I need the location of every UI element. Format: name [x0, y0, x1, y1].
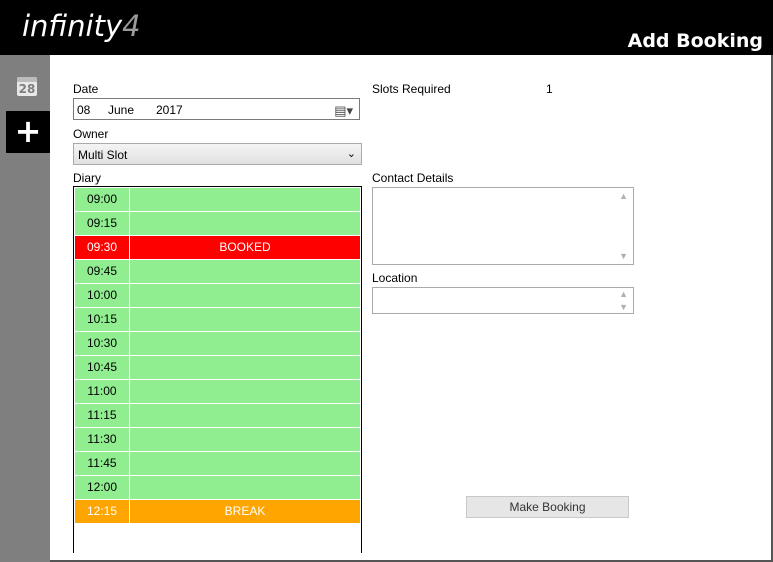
app-header: infinity4 Add Booking: [0, 0, 773, 55]
slot-status: [130, 260, 360, 283]
diary-slot[interactable]: 11:15: [75, 404, 360, 427]
slot-status: [130, 212, 360, 235]
chevron-down-icon: ⌄: [346, 148, 356, 160]
slot-status: [130, 284, 360, 307]
diary-grid: 09:00 09:15 09:30 BOOKED 09:45 10:00 10:1…: [73, 186, 362, 553]
diary-slot[interactable]: 09:45: [75, 260, 360, 283]
sidebar: 28 +: [0, 55, 50, 562]
slot-time: 10:00: [75, 284, 129, 307]
date-month[interactable]: June: [108, 103, 134, 117]
slot-status: [130, 332, 360, 355]
diary-label: Diary: [73, 171, 102, 185]
date-day[interactable]: 08: [77, 103, 90, 117]
slot-status: [130, 452, 360, 475]
diary-slot[interactable]: 09:00: [75, 188, 360, 211]
contact-details-label: Contact Details: [372, 171, 454, 185]
owner-select[interactable]: Multi Slot ⌄: [73, 143, 362, 165]
diary-slot-break[interactable]: 12:15 BREAK: [75, 500, 360, 523]
scroll-down-icon[interactable]: ▼: [619, 251, 628, 261]
diary-slot[interactable]: 10:30: [75, 332, 360, 355]
slot-status: BREAK: [130, 500, 360, 523]
slot-time: 10:30: [75, 332, 129, 355]
calendar-icon: 28: [17, 77, 37, 96]
slot-time: 09:45: [75, 260, 129, 283]
diary-slot[interactable]: 11:30: [75, 428, 360, 451]
diary-slot[interactable]: 12:00: [75, 476, 360, 499]
slot-time: 11:45: [75, 452, 129, 475]
slot-status: BOOKED: [130, 236, 360, 259]
calendar-dropdown-icon[interactable]: ▤▾: [334, 103, 353, 119]
diary-slot[interactable]: 10:45: [75, 356, 360, 379]
owner-select-value: Multi Slot: [78, 148, 128, 162]
slot-time: 10:45: [75, 356, 129, 379]
contact-details-textarea[interactable]: ▲ ▼: [372, 187, 634, 265]
make-booking-button[interactable]: Make Booking: [466, 496, 629, 518]
slot-status: [130, 356, 360, 379]
location-label: Location: [372, 271, 418, 285]
slots-required-value: 1: [546, 82, 553, 96]
add-booking-nav-button[interactable]: +: [6, 111, 50, 153]
logo-text: infinity: [22, 9, 123, 43]
diary-slot[interactable]: 09:15: [75, 212, 360, 235]
logo-number: 4: [122, 9, 141, 43]
app-logo: infinity4: [22, 9, 141, 43]
calendar-nav-button[interactable]: 28: [6, 71, 50, 111]
slot-status: [130, 428, 360, 451]
slot-status: [130, 188, 360, 211]
slot-time: 12:00: [75, 476, 129, 499]
slot-status: [130, 404, 360, 427]
slots-required-label: Slots Required: [372, 82, 451, 96]
slot-time: 11:30: [75, 428, 129, 451]
spin-up-icon[interactable]: ▲: [619, 289, 628, 299]
owner-label: Owner: [73, 127, 109, 141]
slot-status: [130, 308, 360, 331]
date-label: Date: [73, 82, 99, 96]
slot-status: [130, 476, 360, 499]
slot-time: 09:30: [75, 236, 129, 259]
slot-time: 11:00: [75, 380, 129, 403]
diary-slot-booked[interactable]: 09:30 BOOKED: [75, 236, 360, 259]
slot-time: 12:15: [75, 500, 129, 523]
diary-slot[interactable]: 11:00: [75, 380, 360, 403]
date-picker[interactable]: 08 June 2017 ▤▾: [73, 98, 360, 120]
date-year[interactable]: 2017: [156, 103, 183, 117]
slot-time: 10:15: [75, 308, 129, 331]
slot-status: [130, 380, 360, 403]
slot-time: 09:00: [75, 188, 129, 211]
diary-slot[interactable]: 10:00: [75, 284, 360, 307]
scroll-up-icon[interactable]: ▲: [619, 191, 628, 201]
page-title: Add Booking: [627, 30, 763, 52]
diary-slot[interactable]: 10:15: [75, 308, 360, 331]
diary-slot[interactable]: 11:45: [75, 452, 360, 475]
calendar-icon-day: 28: [18, 82, 36, 96]
plus-icon: +: [14, 112, 42, 150]
slot-time: 09:15: [75, 212, 129, 235]
location-input[interactable]: ▲ ▼: [372, 287, 634, 314]
spin-down-icon[interactable]: ▼: [619, 302, 628, 312]
slot-time: 11:15: [75, 404, 129, 427]
